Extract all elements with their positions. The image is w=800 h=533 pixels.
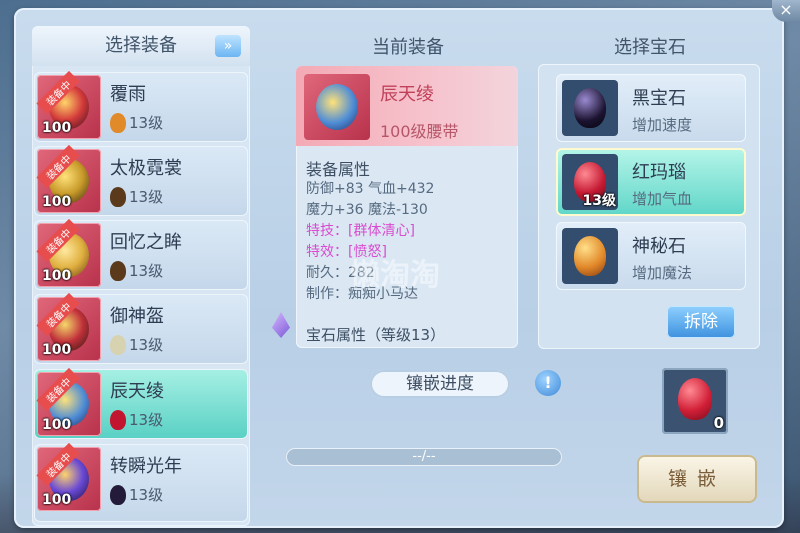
red-agate-icon: [678, 378, 712, 420]
watermark: 懒淘淘: [350, 258, 440, 293]
gem-icon: [110, 409, 126, 430]
attribute-line: 防御+83 气血+432: [306, 181, 435, 197]
close-button[interactable]: ×: [772, 0, 800, 22]
equipment-name: 覆雨: [110, 84, 146, 105]
gem-item[interactable]: 神秘石 增加魔法: [556, 222, 746, 290]
gem-effect: 增加魔法: [632, 264, 693, 282]
mystic-stone-icon: [562, 228, 618, 284]
gem-effect: 增加速度: [632, 116, 693, 134]
gem-level: 13级: [129, 188, 164, 206]
help-icon[interactable]: !: [535, 370, 561, 396]
inlay-button[interactable]: 镶嵌: [637, 455, 757, 503]
gem-attributes-title: 宝石属性（等级13）: [306, 326, 446, 344]
gem-item[interactable]: 黑宝石 增加速度: [556, 74, 746, 142]
inlay-progress-bar: --/--: [286, 448, 562, 466]
switch-arrow-icon[interactable]: »: [215, 35, 241, 57]
gem-name: 神秘石: [632, 236, 686, 257]
equipment-item[interactable]: 装备中 100 太极霓裳 13级: [34, 144, 248, 216]
attribute-line: 魔力+36 魔法-130: [306, 202, 428, 218]
equipment-thumbnail: 装备中 100: [36, 292, 101, 361]
equipment-item[interactable]: 装备中 100 回忆之眸 13级: [34, 218, 248, 290]
gem-icon: [110, 186, 126, 207]
attributes-title: 装备属性: [306, 160, 371, 179]
gem-level: 13级: [129, 486, 164, 504]
equipment-item[interactable]: 装备中 100 覆雨 13级: [34, 70, 248, 142]
equipment-thumbnail: [304, 74, 370, 140]
inlay-progress-label: 镶嵌进度: [370, 370, 510, 398]
select-gem-title: 选择宝石: [614, 37, 686, 58]
gem-icon: [110, 334, 126, 355]
equipment-item-selected[interactable]: 装备中 100 辰天绫 13级: [34, 367, 248, 439]
equipment-name: 辰天绫: [380, 84, 434, 105]
equipment-level: 100: [42, 120, 72, 136]
equipment-name: 御神盔: [110, 306, 164, 327]
gem-level: 13级: [129, 114, 164, 132]
equipment-thumbnail: 装备中 100: [36, 144, 101, 213]
equipment-thumbnail: 装备中 100: [36, 367, 101, 436]
equipment-name: 回忆之眸: [110, 232, 182, 253]
gem-level: 13级: [129, 336, 164, 354]
equipment-level: 100: [42, 342, 72, 358]
equipment-name: 转瞬光年: [110, 456, 182, 477]
equipment-detail-card: 辰天绫 100级腰带 装备属性 防御+83 气血+432 魔力+36 魔法-13…: [296, 66, 518, 348]
gem-level: 13级: [582, 193, 616, 209]
gem-item-selected[interactable]: 13级 红玛瑙 增加气血: [556, 148, 746, 216]
equipment-thumbnail: 装备中 100: [36, 70, 101, 139]
equipment-level: 100: [42, 492, 72, 508]
equipment-name: 太极霓裳: [110, 158, 182, 179]
equipment-type: 100级腰带: [380, 122, 459, 141]
gem-level: 13级: [129, 411, 164, 429]
current-equipment-title: 当前装备: [372, 37, 444, 58]
gem-effect: 增加气血: [632, 190, 693, 208]
gem-name: 红玛瑙: [632, 162, 686, 183]
equipment-name: 辰天绫: [110, 381, 164, 402]
gem-icon: [110, 484, 126, 505]
equipment-thumbnail: 装备中 100: [36, 218, 101, 287]
gem-icon: [110, 260, 126, 281]
equipment-thumbnail: 装备中 100: [36, 442, 101, 511]
gem-slot[interactable]: 0: [662, 368, 728, 434]
equipment-level: 100: [42, 268, 72, 284]
progress-text: --/--: [412, 449, 436, 464]
remove-button[interactable]: 拆除: [667, 306, 735, 338]
special-skill-line: 特技：[群体清心]: [306, 223, 415, 239]
equipment-item[interactable]: 装备中 100 御神盔 13级: [34, 292, 248, 364]
equipment-level: 100: [42, 417, 72, 433]
red-agate-icon: 13级: [562, 154, 618, 210]
black-gem-icon: [562, 80, 618, 136]
equipment-item[interactable]: 装备中 100 转瞬光年 13级: [34, 442, 248, 522]
gem-count: 0: [713, 414, 724, 432]
equipment-level: 100: [42, 194, 72, 210]
gem-level: 13级: [129, 262, 164, 280]
gem-name: 黑宝石: [632, 88, 686, 109]
gem-icon: [110, 112, 126, 133]
